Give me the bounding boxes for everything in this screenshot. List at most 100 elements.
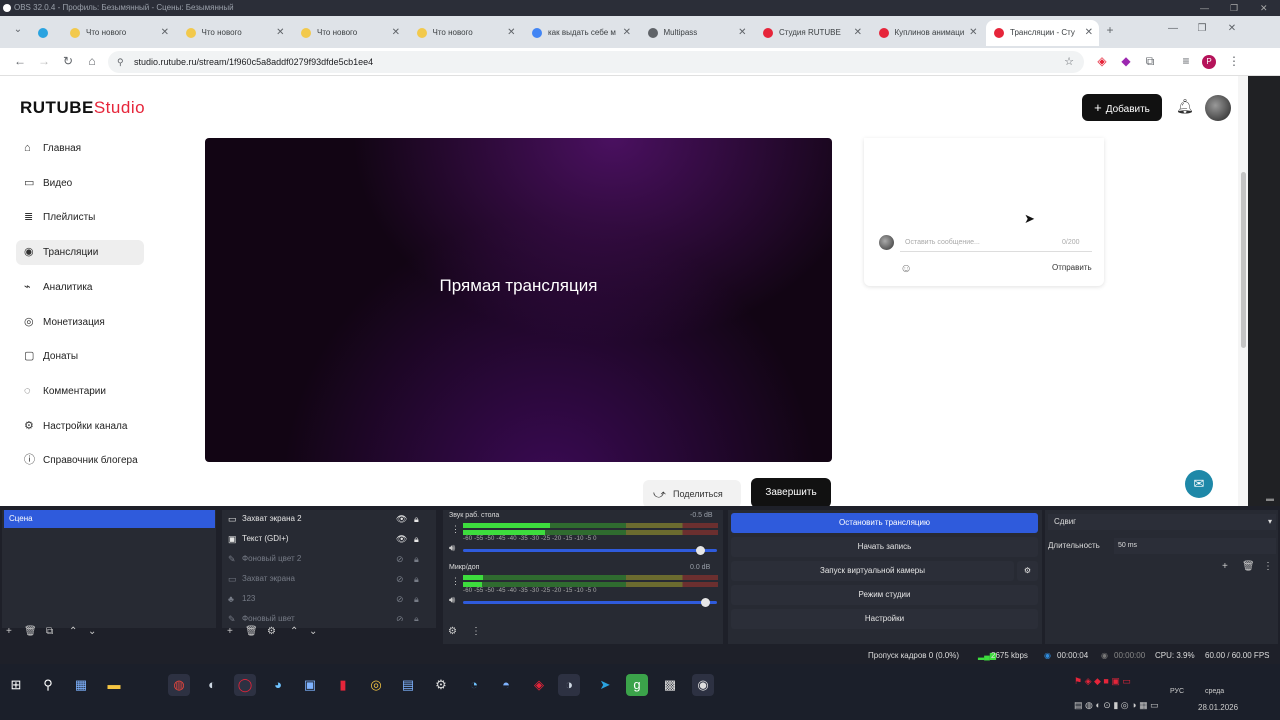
obs-taskbar-icon[interactable]: ◉ [692, 674, 714, 696]
browser-tab[interactable]: Что нового ✕ [409, 20, 522, 46]
add-button[interactable]: + Добавить [1082, 94, 1162, 121]
taskbar-settings-icon[interactable]: ⚙ [430, 674, 452, 696]
volume-slider[interactable] [463, 546, 717, 555]
app-globe2-icon[interactable]: ◓ [495, 674, 517, 696]
source-item[interactable]: ✎ Фоновый цвет 2 ⊘ 🔒︎ [224, 549, 434, 569]
browser-tab[interactable]: Трансляции - Сту ✕ [986, 20, 1099, 46]
lock-icon[interactable]: 🔒︎ [414, 609, 419, 621]
notification-bell-icon[interactable]: 🔔︎ [1176, 98, 1194, 115]
lock-icon[interactable]: 🔒︎ [414, 589, 419, 609]
app-swirl-icon[interactable]: ◔ [463, 674, 485, 696]
maximize-browser-icon[interactable]: ❐ [1194, 23, 1210, 34]
windows-start-icon[interactable]: ⊞ [5, 674, 27, 696]
close-browser-icon[interactable]: ✕ [1224, 23, 1240, 34]
mixer-settings-icon[interactable]: ⚙ [448, 626, 457, 637]
bookmark-star-icon[interactable]: ☆ [1064, 51, 1074, 73]
sidebar-item[interactable]: ▢ Донаты [16, 344, 144, 369]
app-doc-icon[interactable]: ▤ [397, 674, 419, 696]
share-button[interactable]: ⤻ Поделиться [643, 480, 741, 506]
sidebar-item[interactable]: ⌂ Главная [16, 136, 144, 161]
volume-slider[interactable] [463, 598, 717, 607]
restore-icon[interactable]: ❐ [1230, 0, 1238, 16]
channel-menu-icon[interactable]: ⋮ [451, 576, 460, 587]
source-item[interactable]: ♣ 123 ⊘ 🔒︎ [224, 589, 434, 609]
tab-close-icon[interactable]: ✕ [507, 20, 515, 46]
steam-icon[interactable]: ◐ [201, 674, 223, 696]
minimize-icon[interactable]: — [1200, 0, 1209, 16]
add-source-icon[interactable]: + [227, 626, 233, 637]
transition-duration-input[interactable]: 50 ms [1114, 538, 1276, 554]
app-globe-icon[interactable]: ◕ [267, 674, 289, 696]
settings-button[interactable]: Настройки [731, 609, 1038, 629]
tab-close-icon[interactable]: ✕ [276, 20, 284, 46]
back-icon[interactable]: ← [12, 54, 28, 68]
tab-close-icon[interactable]: ✕ [392, 20, 400, 46]
extension-red-icon[interactable]: ◈ [1094, 54, 1110, 68]
sidebar-item[interactable]: ≣ Плейлисты [16, 205, 144, 230]
extension-purple-icon[interactable]: ◆ [1118, 54, 1134, 68]
send-message-button[interactable]: Отправить [1052, 263, 1092, 272]
opera-icon[interactable]: ◯ [234, 674, 256, 696]
visibility-eye-icon[interactable]: ⊘ [396, 549, 404, 569]
minimize-browser-icon[interactable]: — [1165, 23, 1181, 34]
forward-icon[interactable]: → [36, 54, 52, 68]
tab-search-icon[interactable]: ⌄ [10, 24, 26, 35]
volume-slider-knob[interactable] [695, 546, 705, 555]
language-indicator[interactable]: РУС [1170, 688, 1184, 695]
browser-tab[interactable]: Multipass ✕ [640, 20, 753, 46]
chrome-icon[interactable]: ◍ [168, 674, 190, 696]
add-transition-icon[interactable]: + [1222, 561, 1228, 572]
mixer-menu-icon[interactable]: ⋮ [471, 626, 481, 637]
lock-icon[interactable]: 🔒︎ [414, 529, 419, 549]
app-g-icon[interactable]: g [626, 674, 648, 696]
sidebar-item[interactable]: ◉ Трансляции [16, 240, 144, 266]
obs-dock-handle-icon[interactable]: ▬ [1266, 494, 1274, 503]
visibility-eye-icon[interactable]: ⊘ [396, 609, 404, 621]
stop-stream-button[interactable]: Остановить трансляцию [731, 513, 1038, 533]
app-window-icon[interactable]: ▣ [299, 674, 321, 696]
page-scrollbar[interactable] [1238, 76, 1248, 506]
lock-icon[interactable]: 🔒︎ [414, 569, 419, 589]
scene-up-icon[interactable]: ⌃ [69, 626, 77, 637]
tab-close-icon[interactable]: ✕ [738, 20, 746, 46]
tab-close-icon[interactable]: ✕ [854, 20, 862, 46]
visibility-eye-icon[interactable]: ⊘ [396, 589, 404, 609]
transition-menu-icon[interactable]: ⋮ [1263, 561, 1273, 572]
browser-tab[interactable]: Куплинов анимаци ✕ [871, 20, 984, 46]
browser-tab[interactable]: как выдать себе м ✕ [524, 20, 637, 46]
visibility-eye-icon[interactable]: 👁︎ [396, 529, 407, 549]
source-down-icon[interactable]: ⌄ [309, 626, 317, 637]
tab-close-icon[interactable]: ✕ [623, 20, 631, 46]
tray-icons[interactable]: ⚑ ◈ ◆ ■ ▣ ▭ [1074, 676, 1131, 687]
source-item[interactable]: ✎ Фоновый цвет ⊘ 🔒︎ [224, 609, 434, 621]
taskbar-search-icon[interactable]: ⚲ [37, 674, 59, 696]
browser-tab[interactable]: Что нового ✕ [293, 20, 406, 46]
remove-scene-icon[interactable]: 🗑︎ [24, 626, 37, 637]
volume-slider-knob[interactable] [700, 598, 710, 607]
scene-down-icon[interactable]: ⌄ [88, 626, 96, 637]
speaker-icon[interactable]: 🔊︎ [449, 543, 455, 554]
remove-source-icon[interactable]: 🗑︎ [245, 626, 258, 637]
scene-filters-icon[interactable]: ⧉ [46, 626, 53, 637]
telegram-taskbar-icon[interactable]: ➤ [594, 674, 616, 696]
app-grid-icon[interactable]: ▩ [659, 674, 681, 696]
source-properties-icon[interactable]: ⚙ [267, 626, 276, 637]
lock-icon[interactable]: 🔒︎ [414, 549, 419, 569]
app-game-icon[interactable]: ◈ [528, 674, 550, 696]
transition-select[interactable]: Сдвиг ▾ [1048, 514, 1276, 530]
address-bar[interactable]: ⚲ studio.rutube.ru/stream/1f960c5a8addf0… [108, 51, 1084, 73]
channel-menu-icon[interactable]: ⋮ [451, 524, 460, 535]
sidebar-item[interactable]: ⚙ Настройки канала [16, 414, 144, 439]
end-stream-button[interactable]: Завершить [751, 478, 831, 506]
sidebar-item[interactable]: ⓘ Справочник блогера [16, 448, 144, 473]
studio-mode-button[interactable]: Режим студии [731, 585, 1038, 605]
sidebar-item[interactable]: ▭ Видео [16, 171, 144, 196]
browser-tab[interactable]: Студия RUTUBE ✕ [755, 20, 868, 46]
browser-tab[interactable]: Что нового ✕ [178, 20, 291, 46]
speaker-icon[interactable]: 🔊︎ [449, 595, 455, 606]
support-chat-icon[interactable]: ✉ [1185, 470, 1213, 498]
tab-pinned-telegram[interactable] [30, 20, 62, 46]
media-control-icon[interactable]: ≡ [1178, 54, 1194, 68]
taskbar-calendar-icon[interactable]: ▦ [70, 674, 92, 696]
reload-icon[interactable]: ↻ [60, 54, 76, 68]
